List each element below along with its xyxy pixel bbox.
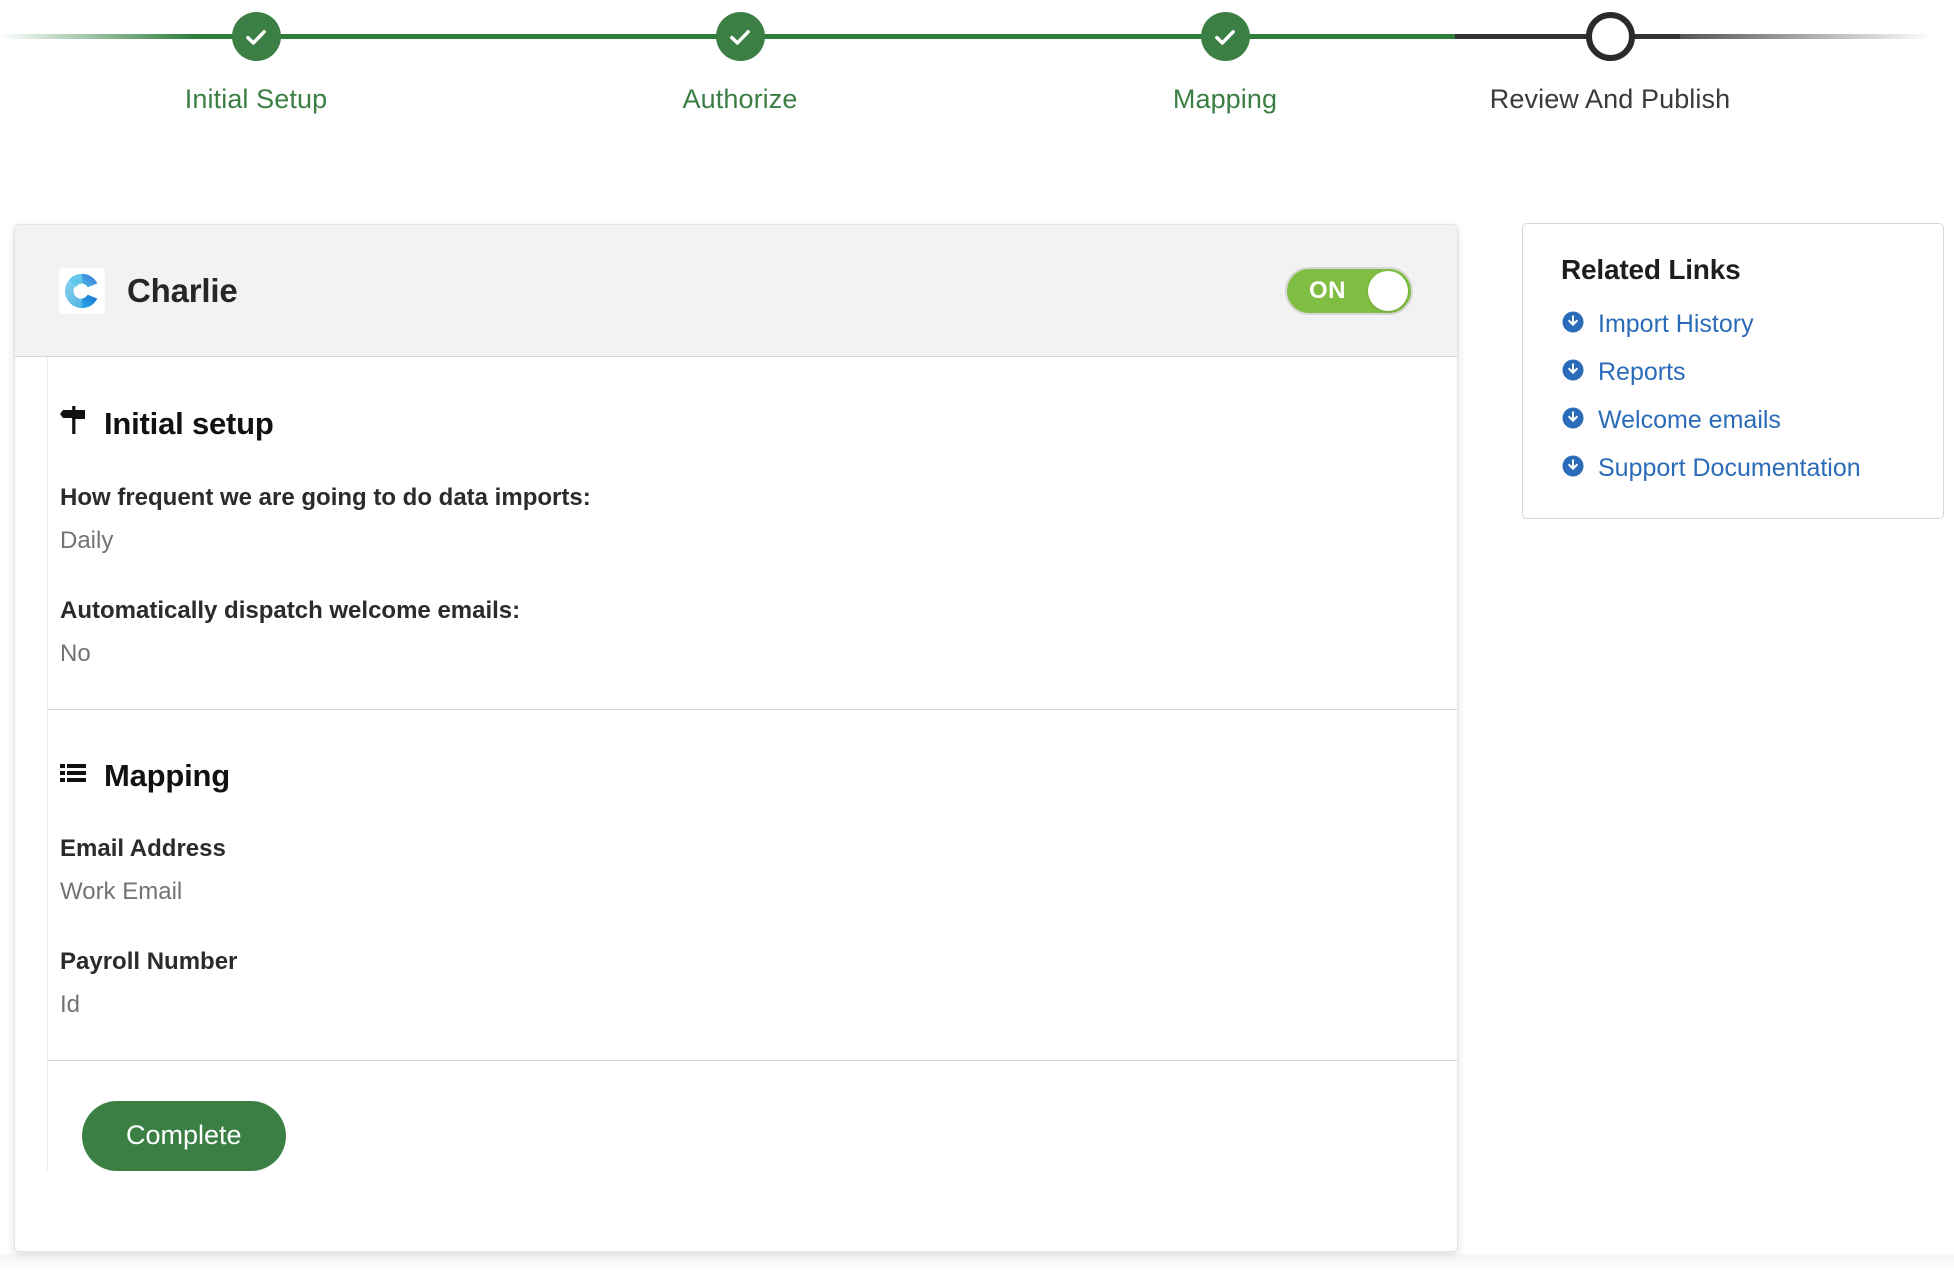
section-title-text: Mapping — [104, 758, 231, 793]
check-circle-icon — [1200, 12, 1250, 61]
charlie-logo-icon — [59, 267, 105, 314]
brand: Charlie — [59, 267, 238, 314]
field-value: No — [60, 640, 91, 667]
circle-arrow-down-icon — [1561, 310, 1585, 339]
field-payroll-number: Payroll Number Id — [48, 947, 1457, 1020]
field-import-frequency: How frequent we are going to do data imp… — [48, 483, 1457, 556]
related-link-label: Support Documentation — [1598, 454, 1861, 482]
stepper-step-review-and-publish[interactable]: Review And Publish — [1460, 0, 1760, 115]
section-title: Mapping — [48, 758, 1457, 794]
related-links-title: Related Links — [1561, 254, 1741, 285]
stepper-step-initial-setup[interactable]: Initial Setup — [106, 0, 406, 115]
check-circle-icon — [715, 12, 765, 61]
stepper-step-mapping[interactable]: Mapping — [1075, 0, 1375, 115]
field-value: Work Email — [60, 878, 183, 905]
card-header: Charlie ON — [15, 225, 1457, 357]
related-link-label: Import History — [1598, 310, 1754, 338]
complete-button[interactable]: Complete — [82, 1101, 286, 1171]
card-panel: Initial setup How frequent we are going … — [47, 357, 1457, 1171]
toggle-knob — [1368, 270, 1408, 311]
stepper-step-label: Initial Setup — [184, 84, 328, 114]
empty-circle-icon — [1585, 12, 1635, 61]
field-label: Payroll Number — [60, 948, 238, 975]
related-link-reports[interactable]: Reports — [1561, 356, 1909, 388]
stepper-step-label: Review And Publish — [1489, 84, 1731, 114]
field-email-address: Email Address Work Email — [48, 834, 1457, 907]
field-label: How frequent we are going to do data imp… — [60, 484, 591, 511]
section-title: Initial setup — [48, 405, 1457, 443]
page-root: Initial Setup Authorize Mapping Review A… — [0, 0, 1954, 1274]
section-title-text: Initial setup — [104, 406, 274, 441]
circle-arrow-down-icon — [1561, 454, 1585, 483]
card-body: Initial setup How frequent we are going … — [15, 357, 1457, 1251]
integration-card: Charlie ON Initial setup How frequent we… — [14, 224, 1458, 1252]
stepper-step-authorize[interactable]: Authorize — [590, 0, 890, 115]
related-links-panel: Related Links Import History Reports Wel… — [1522, 223, 1944, 519]
related-link-label: Reports — [1598, 358, 1686, 386]
circle-arrow-down-icon — [1561, 358, 1585, 387]
signpost-icon — [60, 405, 88, 443]
list-icon — [60, 758, 88, 794]
brand-name: Charlie — [127, 271, 238, 309]
related-link-support-documentation[interactable]: Support Documentation — [1561, 452, 1909, 484]
related-link-welcome-emails[interactable]: Welcome emails — [1561, 404, 1909, 436]
section-initial-setup: Initial setup How frequent we are going … — [48, 357, 1457, 710]
related-link-import-history[interactable]: Import History — [1561, 308, 1909, 340]
integration-enabled-toggle[interactable]: ON — [1285, 266, 1413, 315]
toggle-label: ON — [1309, 276, 1346, 304]
stepper-step-label: Authorize — [682, 84, 798, 114]
field-value: Id — [60, 991, 81, 1018]
field-value: Daily — [60, 527, 114, 554]
check-circle-icon — [231, 12, 281, 61]
field-label: Email Address — [60, 835, 226, 862]
stepper-step-label: Mapping — [1172, 84, 1278, 114]
page-bottom-shadow — [0, 1254, 1954, 1274]
circle-arrow-down-icon — [1561, 406, 1585, 435]
related-link-label: Welcome emails — [1598, 406, 1781, 434]
progress-stepper: Initial Setup Authorize Mapping Review A… — [0, 0, 1954, 140]
section-mapping: Mapping Email Address Work Email Payroll… — [48, 710, 1457, 1061]
field-welcome-emails: Automatically dispatch welcome emails: N… — [48, 596, 1457, 669]
field-label: Automatically dispatch welcome emails: — [60, 597, 521, 624]
card-footer: Complete — [48, 1061, 1457, 1171]
